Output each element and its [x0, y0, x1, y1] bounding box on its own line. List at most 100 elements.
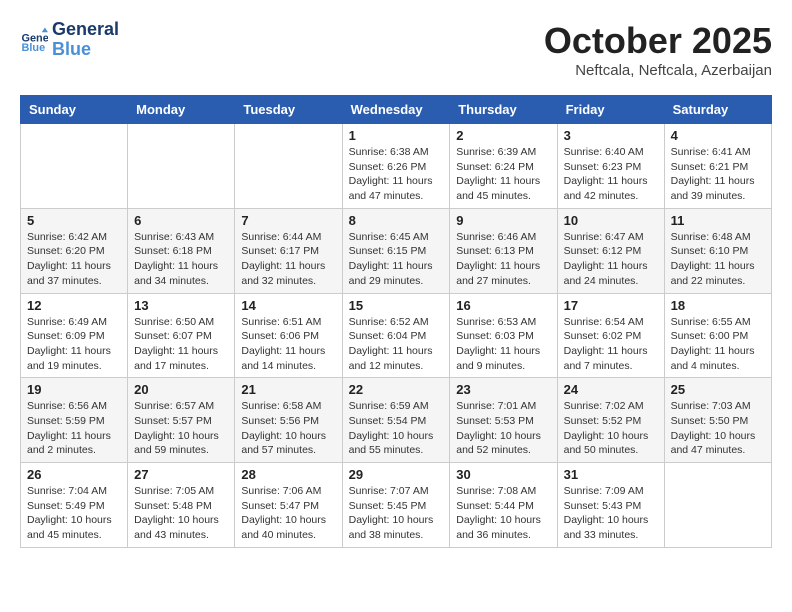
- calendar-cell: 15 Sunrise: 6:52 AMSunset: 6:04 PMDayligh…: [342, 293, 450, 378]
- day-number: 2: [456, 128, 550, 143]
- calendar-cell: 16 Sunrise: 6:53 AMSunset: 6:03 PMDayligh…: [450, 293, 557, 378]
- day-number: 5: [27, 213, 121, 228]
- day-number: 23: [456, 382, 550, 397]
- day-info: Sunrise: 6:47 AMSunset: 6:12 PMDaylight:…: [564, 230, 658, 289]
- day-number: 21: [241, 382, 335, 397]
- day-info: Sunrise: 7:09 AMSunset: 5:43 PMDaylight:…: [564, 484, 658, 543]
- calendar-cell: [21, 124, 128, 209]
- calendar-cell: 17Sunrise: 6:54 AMSunset: 6:02 PMDayligh…: [557, 293, 664, 378]
- calendar-cell: 9Sunrise: 6:46 AMSunset: 6:13 PMDaylight…: [450, 208, 557, 293]
- calendar-table: SundayMondayTuesdayWednesdayThursdayFrid…: [20, 95, 772, 548]
- calendar-cell: 19Sunrise: 6:56 AMSunset: 5:59 PMDayligh…: [21, 378, 128, 463]
- logo-text-general: General: [52, 20, 119, 40]
- day-info: Sunrise: 7:05 AMSunset: 5:48 PMDaylight:…: [134, 484, 228, 543]
- location-subtitle: Neftcala, Neftcala, Azerbaijan: [544, 62, 772, 79]
- calendar-cell: 14 Sunrise: 6:51 AMSunset: 6:06 PMDayligh…: [235, 293, 342, 378]
- calendar-cell: 23 Sunrise: 7:01 AMSunset: 5:53 PMDayligh…: [450, 378, 557, 463]
- calendar-week-1: 1 Sunrise: 6:38 AMSunset: 6:26 PMDaylight…: [21, 124, 772, 209]
- calendar-cell: 8 Sunrise: 6:45 AMSunset: 6:15 PMDaylight…: [342, 208, 450, 293]
- day-number: 4: [671, 128, 765, 143]
- day-info: Sunrise: 6:51 AMSunset: 6:06 PMDaylight:…: [241, 315, 335, 374]
- calendar-cell: 13 Sunrise: 6:50 AMSunset: 6:07 PMDayligh…: [128, 293, 235, 378]
- day-number: 15: [349, 298, 444, 313]
- day-info: Sunrise: 6:38 AMSunset: 6:26 PMDaylight:…: [349, 145, 444, 204]
- header-monday: Monday: [128, 96, 235, 124]
- calendar-cell: 2 Sunrise: 6:39 AMSunset: 6:24 PMDaylight…: [450, 124, 557, 209]
- calendar-cell: 12 Sunrise: 6:49 AMSunset: 6:09 PMDayligh…: [21, 293, 128, 378]
- day-info: Sunrise: 7:04 AMSunset: 5:49 PMDaylight:…: [27, 484, 121, 543]
- day-info: Sunrise: 6:40 AMSunset: 6:23 PMDaylight:…: [564, 145, 658, 204]
- day-info: Sunrise: 6:50 AMSunset: 6:07 PMDaylight:…: [134, 315, 228, 374]
- day-number: 7: [241, 213, 335, 228]
- day-info: Sunrise: 6:57 AMSunset: 5:57 PMDaylight:…: [134, 399, 228, 458]
- day-info: Sunrise: 6:45 AMSunset: 6:15 PMDaylight:…: [349, 230, 444, 289]
- calendar-cell: 4 Sunrise: 6:41 AMSunset: 6:21 PMDaylight…: [664, 124, 771, 209]
- day-number: 9: [456, 213, 550, 228]
- day-number: 13: [134, 298, 228, 313]
- header-saturday: Saturday: [664, 96, 771, 124]
- day-info: Sunrise: 6:49 AMSunset: 6:09 PMDaylight:…: [27, 315, 121, 374]
- calendar-cell: [235, 124, 342, 209]
- day-info: Sunrise: 6:41 AMSunset: 6:21 PMDaylight:…: [671, 145, 765, 204]
- page-header: General Blue General Blue October 2025 N…: [20, 20, 772, 79]
- calendar-week-5: 26 Sunrise: 7:04 AMSunset: 5:49 PMDayligh…: [21, 463, 772, 548]
- calendar-cell: 26 Sunrise: 7:04 AMSunset: 5:49 PMDayligh…: [21, 463, 128, 548]
- day-info: Sunrise: 6:42 AMSunset: 6:20 PMDaylight:…: [27, 230, 121, 289]
- calendar-cell: 30 Sunrise: 7:08 AMSunset: 5:44 PMDayligh…: [450, 463, 557, 548]
- day-info: Sunrise: 6:52 AMSunset: 6:04 PMDaylight:…: [349, 315, 444, 374]
- day-number: 11: [671, 213, 765, 228]
- svg-text:Blue: Blue: [22, 42, 46, 54]
- day-info: Sunrise: 7:03 AMSunset: 5:50 PMDaylight:…: [671, 399, 765, 458]
- calendar-cell: 1 Sunrise: 6:38 AMSunset: 6:26 PMDaylight…: [342, 124, 450, 209]
- header-sunday: Sunday: [21, 96, 128, 124]
- day-info: Sunrise: 6:44 AMSunset: 6:17 PMDaylight:…: [241, 230, 335, 289]
- day-info: Sunrise: 6:39 AMSunset: 6:24 PMDaylight:…: [456, 145, 550, 204]
- calendar-cell: 28 Sunrise: 7:06 AMSunset: 5:47 PMDayligh…: [235, 463, 342, 548]
- day-info: Sunrise: 7:01 AMSunset: 5:53 PMDaylight:…: [456, 399, 550, 458]
- header-thursday: Thursday: [450, 96, 557, 124]
- day-number: 6: [134, 213, 228, 228]
- header-tuesday: Tuesday: [235, 96, 342, 124]
- calendar-cell: [128, 124, 235, 209]
- calendar-header-row: SundayMondayTuesdayWednesdayThursdayFrid…: [21, 96, 772, 124]
- day-number: 18: [671, 298, 765, 313]
- day-number: 14: [241, 298, 335, 313]
- calendar-cell: 7 Sunrise: 6:44 AMSunset: 6:17 PMDaylight…: [235, 208, 342, 293]
- calendar-cell: 10 Sunrise: 6:47 AMSunset: 6:12 PMDayligh…: [557, 208, 664, 293]
- day-number: 25: [671, 382, 765, 397]
- day-number: 20: [134, 382, 228, 397]
- day-number: 12: [27, 298, 121, 313]
- day-info: Sunrise: 6:59 AMSunset: 5:54 PMDaylight:…: [349, 399, 444, 458]
- calendar-cell: 24Sunrise: 7:02 AMSunset: 5:52 PMDayligh…: [557, 378, 664, 463]
- day-number: 1: [349, 128, 444, 143]
- day-info: Sunrise: 6:48 AMSunset: 6:10 PMDaylight:…: [671, 230, 765, 289]
- day-number: 26: [27, 467, 121, 482]
- day-number: 29: [349, 467, 444, 482]
- day-info: Sunrise: 6:56 AMSunset: 5:59 PMDaylight:…: [27, 399, 121, 458]
- calendar-cell: 21 Sunrise: 6:58 AMSunset: 5:56 PMDayligh…: [235, 378, 342, 463]
- calendar-cell: 25 Sunrise: 7:03 AMSunset: 5:50 PMDayligh…: [664, 378, 771, 463]
- day-number: 10: [564, 213, 658, 228]
- calendar-week-2: 5 Sunrise: 6:42 AMSunset: 6:20 PMDaylight…: [21, 208, 772, 293]
- day-number: 28: [241, 467, 335, 482]
- calendar-cell: 18Sunrise: 6:55 AMSunset: 6:00 PMDayligh…: [664, 293, 771, 378]
- calendar-cell: 27 Sunrise: 7:05 AMSunset: 5:48 PMDayligh…: [128, 463, 235, 548]
- day-number: 17: [564, 298, 658, 313]
- day-info: Sunrise: 6:58 AMSunset: 5:56 PMDaylight:…: [241, 399, 335, 458]
- calendar-cell: 31 Sunrise: 7:09 AMSunset: 5:43 PMDayligh…: [557, 463, 664, 548]
- logo-text-blue: Blue: [52, 40, 119, 60]
- day-info: Sunrise: 7:08 AMSunset: 5:44 PMDaylight:…: [456, 484, 550, 543]
- day-number: 22: [349, 382, 444, 397]
- day-info: Sunrise: 6:43 AMSunset: 6:18 PMDaylight:…: [134, 230, 228, 289]
- day-number: 31: [564, 467, 658, 482]
- day-number: 30: [456, 467, 550, 482]
- day-info: Sunrise: 7:06 AMSunset: 5:47 PMDaylight:…: [241, 484, 335, 543]
- day-number: 8: [349, 213, 444, 228]
- day-info: Sunrise: 6:53 AMSunset: 6:03 PMDaylight:…: [456, 315, 550, 374]
- calendar-week-4: 19Sunrise: 6:56 AMSunset: 5:59 PMDayligh…: [21, 378, 772, 463]
- day-number: 27: [134, 467, 228, 482]
- day-number: 16: [456, 298, 550, 313]
- calendar-cell: 5 Sunrise: 6:42 AMSunset: 6:20 PMDaylight…: [21, 208, 128, 293]
- calendar-cell: 6 Sunrise: 6:43 AMSunset: 6:18 PMDaylight…: [128, 208, 235, 293]
- calendar-cell: 29Sunrise: 7:07 AMSunset: 5:45 PMDayligh…: [342, 463, 450, 548]
